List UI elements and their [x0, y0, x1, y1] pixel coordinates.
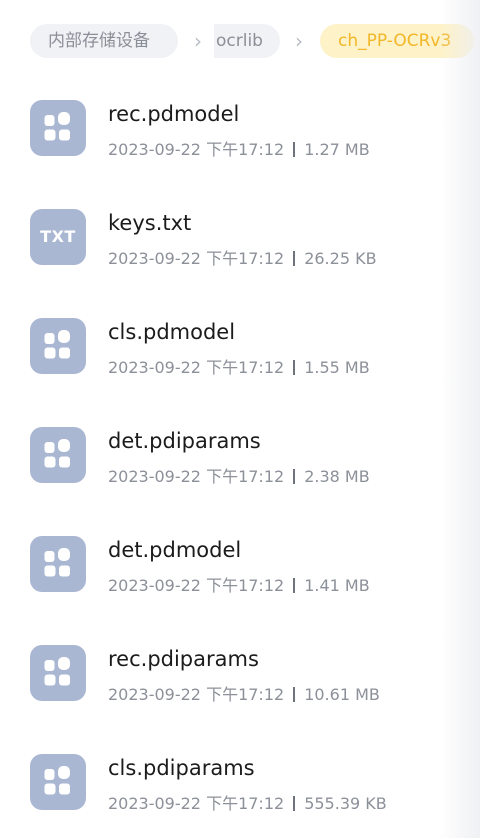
chevron-right-icon: ›: [295, 29, 303, 53]
file-meta: 2023-09-22 下午17:12 1.41 MB: [108, 572, 370, 596]
file-size: 2.38 MB: [304, 467, 370, 486]
breadcrumb-current[interactable]: ch_PP-OCRv3: [320, 24, 474, 58]
meta-divider: [293, 796, 296, 811]
file-row[interactable]: cls.pdiparams 2023-09-22 下午17:12 555.39 K…: [0, 736, 480, 838]
file-date: 2023-09-22 下午17:12: [108, 358, 285, 377]
file-name: cls.pdmodel: [108, 320, 236, 344]
file-row[interactable]: rec.pdmodel 2023-09-22 下午17:12 1.27 MB: [0, 82, 480, 191]
file-row[interactable]: cls.pdmodel 2023-09-22 下午17:12 1.55 MB: [0, 300, 480, 409]
file-meta: 2023-09-22 下午17:12 1.27 MB: [108, 136, 370, 160]
file-meta: 2023-09-22 下午17:12 10.61 MB: [108, 681, 380, 705]
file-meta: 2023-09-22 下午17:12 1.55 MB: [108, 354, 370, 378]
meta-divider: [293, 687, 296, 702]
file-size: 1.27 MB: [304, 140, 370, 159]
file-browser: 内部存储设备 › ocrlib › ch_PP-OCRv3 rec.pdmode…: [0, 0, 480, 838]
txt-icon-label: TXT: [40, 227, 76, 246]
grid-file-icon: [30, 427, 86, 483]
chevron-right-icon: ›: [194, 29, 202, 53]
file-name: rec.pdmodel: [108, 102, 240, 126]
meta-divider: [293, 469, 296, 484]
meta-divider: [293, 251, 296, 266]
file-row[interactable]: rec.pdiparams 2023-09-22 下午17:12 10.61 MB: [0, 627, 480, 736]
file-name: cls.pdiparams: [108, 756, 255, 780]
file-date: 2023-09-22 下午17:12: [108, 794, 285, 813]
file-meta: 2023-09-22 下午17:12 26.25 KB: [108, 245, 377, 269]
file-date: 2023-09-22 下午17:12: [108, 685, 285, 704]
meta-divider: [293, 360, 296, 375]
grid-file-icon: [30, 318, 86, 374]
file-name: rec.pdiparams: [108, 647, 259, 671]
file-size: 26.25 KB: [304, 249, 377, 268]
file-date: 2023-09-22 下午17:12: [108, 576, 285, 595]
file-meta: 2023-09-22 下午17:12 555.39 KB: [108, 790, 387, 814]
meta-divider: [293, 578, 296, 593]
breadcrumb-ocrlib[interactable]: ocrlib: [214, 24, 280, 58]
file-name: det.pdmodel: [108, 538, 242, 562]
grid-file-icon: [30, 754, 86, 810]
meta-divider: [293, 142, 296, 157]
breadcrumb-root[interactable]: 内部存储设备: [30, 24, 178, 58]
file-list: rec.pdmodel 2023-09-22 下午17:12 1.27 MB TX…: [0, 82, 480, 838]
file-size: 1.55 MB: [304, 358, 370, 377]
file-row[interactable]: TXT keys.txt 2023-09-22 下午17:12 26.25 KB: [0, 191, 480, 300]
file-date: 2023-09-22 下午17:12: [108, 467, 285, 486]
file-meta: 2023-09-22 下午17:12 2.38 MB: [108, 463, 370, 487]
file-name: keys.txt: [108, 211, 192, 235]
txt-file-icon: TXT: [30, 209, 86, 265]
file-size: 10.61 MB: [304, 685, 380, 704]
grid-file-icon: [30, 100, 86, 156]
file-row[interactable]: det.pdiparams 2023-09-22 下午17:12 2.38 MB: [0, 409, 480, 518]
breadcrumb: 内部存储设备 › ocrlib › ch_PP-OCRv3: [0, 0, 480, 82]
file-size: 1.41 MB: [304, 576, 370, 595]
file-date: 2023-09-22 下午17:12: [108, 140, 285, 159]
file-date: 2023-09-22 下午17:12: [108, 249, 285, 268]
file-name: det.pdiparams: [108, 429, 261, 453]
file-size: 555.39 KB: [304, 794, 387, 813]
grid-file-icon: [30, 645, 86, 701]
grid-file-icon: [30, 536, 86, 592]
file-row[interactable]: det.pdmodel 2023-09-22 下午17:12 1.41 MB: [0, 518, 480, 627]
